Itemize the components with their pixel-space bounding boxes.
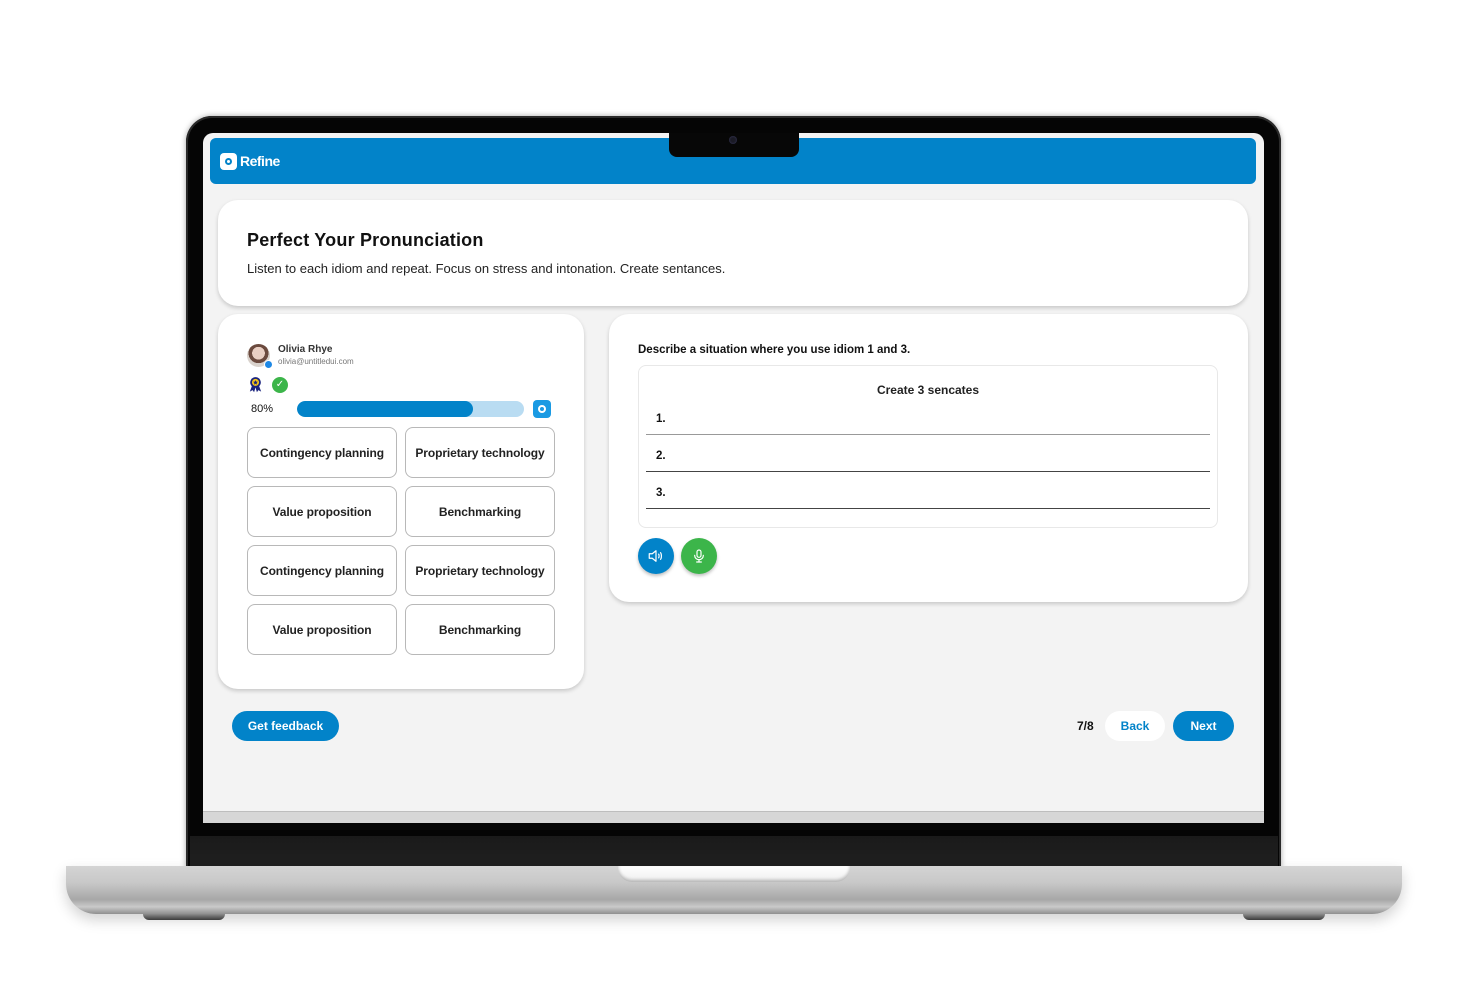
footer-nav: Get feedback 7/8 Back Next [232, 711, 1234, 741]
lesson-header-card: Perfect Your Pronunciation Listen to eac… [218, 200, 1248, 306]
badges-row: ✓ [247, 376, 555, 393]
idiom-card[interactable]: Value proposition [247, 604, 397, 655]
user-name: Olivia Rhye [278, 344, 333, 355]
sentences-box: Create 3 sencates 1. 2. 3. [638, 365, 1218, 528]
exercise-prompt: Describe a situation where you use idiom… [638, 344, 911, 356]
brand-logo-link[interactable]: Refine [220, 152, 280, 170]
verified-icon [264, 360, 273, 369]
laptop-opening-groove [618, 866, 850, 882]
sentences-title: Create 3 sencates [876, 383, 980, 397]
record-button[interactable] [681, 538, 717, 574]
laptop-foot-left [143, 913, 225, 920]
laptop-chin [190, 836, 1278, 868]
sentence-input-3[interactable]: 3. [646, 472, 1210, 509]
exercise-card: Describe a situation where you use idiom… [609, 314, 1248, 602]
idiom-card[interactable]: Proprietary technology [405, 545, 555, 596]
refine-logo-icon [220, 152, 237, 170]
app-screen: Refine Perfect Your Pronunciation Listen… [203, 133, 1264, 823]
progress-row: 80% [247, 399, 555, 419]
idioms-card: Olivia Rhye olivia@untitledui.com ✓ 80% … [218, 314, 584, 689]
progress-label: 80% [251, 403, 274, 415]
laptop-foot-right [1243, 913, 1325, 920]
goal-icon [533, 400, 551, 418]
sentence-input-2[interactable]: 2. [646, 435, 1210, 472]
user-profile: Olivia Rhye olivia@untitledui.com [247, 344, 555, 369]
screen-edge [203, 811, 1264, 823]
idiom-card[interactable]: Benchmarking [405, 604, 555, 655]
page-title: Perfect Your Pronunciation [247, 230, 484, 250]
idiom-card[interactable]: Contingency planning [247, 545, 397, 596]
next-button[interactable]: Next [1173, 711, 1234, 741]
idiom-card[interactable]: Contingency planning [247, 427, 397, 478]
avatar [247, 344, 273, 369]
play-audio-button[interactable] [638, 538, 674, 574]
idiom-card[interactable]: Value proposition [247, 486, 397, 537]
user-email: olivia@untitledui.com [278, 357, 354, 366]
microphone-icon [694, 549, 704, 563]
camera-notch [669, 133, 799, 157]
page-subtitle: Listen to each idiom and repeat. Focus o… [247, 261, 726, 276]
brand-name: Refine [240, 153, 280, 169]
progress-bar [297, 401, 524, 417]
speaker-icon [648, 550, 662, 562]
laptop-base [66, 866, 1402, 914]
back-button[interactable]: Back [1105, 711, 1165, 741]
media-controls [638, 538, 1219, 574]
idiom-grid: Contingency planning Proprietary technol… [247, 427, 555, 655]
page-indicator: 7/8 [1077, 719, 1094, 733]
check-icon: ✓ [272, 376, 288, 393]
idiom-card[interactable]: Proprietary technology [405, 427, 555, 478]
get-feedback-button[interactable]: Get feedback [232, 711, 339, 741]
idiom-card[interactable]: Benchmarking [405, 486, 555, 537]
camera-icon [729, 136, 737, 144]
progress-fill [297, 401, 474, 417]
sentence-input-1[interactable]: 1. [646, 397, 1210, 435]
award-icon [249, 377, 262, 393]
